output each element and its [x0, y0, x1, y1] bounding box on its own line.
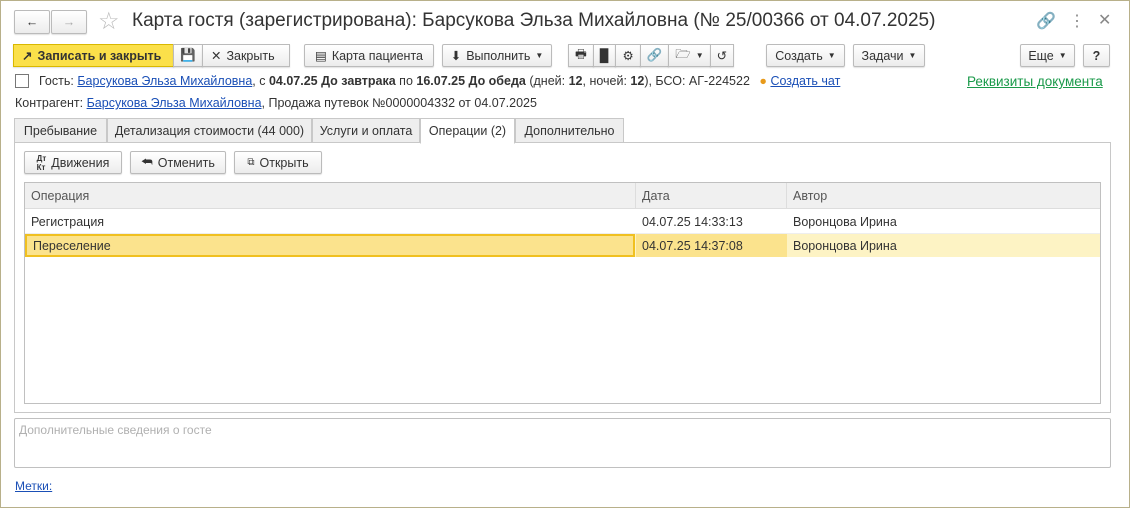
history-icon: ↺ [716, 49, 728, 63]
execute-label: Выполнить [466, 48, 531, 63]
save-close-icon: ↗ [22, 49, 33, 63]
author-cell[interactable]: Воронцова Ирина [787, 209, 1087, 234]
days-prefix: (дней: [525, 74, 569, 88]
document-requisites-link[interactable]: Реквизиты документа [967, 74, 1103, 89]
save-close-label: Записать и закрыть [37, 48, 162, 63]
tab-stay[interactable]: Пребывание [14, 118, 107, 143]
tab-operations[interactable]: Операции (2) [420, 118, 515, 144]
from-prefix: , с [252, 74, 269, 88]
card-icon: ▤ [315, 49, 327, 63]
guest-notes-input[interactable] [14, 418, 1111, 468]
report-button[interactable]: ▉ [592, 44, 617, 67]
close-window-icon[interactable]: ✕ [1098, 10, 1111, 30]
forward-button[interactable]: → [51, 10, 87, 34]
nights-prefix: , ночей: [582, 74, 631, 88]
days-count: 12 [568, 74, 583, 88]
close-label: Закрыть [226, 48, 275, 63]
date-cell[interactable]: 04.07.25 14:33:13 [636, 209, 787, 234]
attach-link-button[interactable]: 🔗 [639, 44, 670, 67]
printer-icon: 🖶 [575, 47, 587, 61]
folder-plus-icon: 🗁 [675, 47, 691, 61]
paperclip-link-icon: 🔗 [646, 48, 663, 62]
tags-link[interactable]: Метки: [15, 479, 52, 493]
operation-cell[interactable]: Переселение [25, 234, 635, 257]
undo-arrow-icon: ⮪ [141, 155, 153, 169]
cancel-label: Отменить [157, 155, 215, 170]
column-header-operation[interactable]: Операция [25, 183, 636, 209]
favorite-star-icon[interactable]: ☆ [98, 7, 120, 36]
guest-label: Гость: [39, 74, 74, 88]
save-button[interactable]: 💾 [173, 44, 203, 67]
dropdown-icon: ▼ [695, 51, 704, 60]
contractor-name-link[interactable]: Барсукова Эльза Михайловна [87, 96, 262, 110]
floppy-icon: 💾 [180, 48, 196, 62]
tab-cost-details[interactable]: Детализация стоимости (44 000) [107, 118, 312, 143]
nights-count: 12 [630, 74, 645, 88]
column-header-author[interactable]: Автор [787, 183, 1087, 209]
bar-chart-icon: ▉ [599, 49, 610, 63]
save-close-button[interactable]: ↗ Записать и закрыть [13, 44, 175, 67]
gears-icon: ⚙ [622, 49, 634, 63]
movements-label: Движения [51, 155, 110, 170]
contractor-sale: , Продажа путевок №0000004332 от 04.07.2… [261, 96, 537, 110]
stay-from: 04.07.25 До завтрака [268, 74, 396, 88]
create-button[interactable]: Создать ▼ [766, 44, 845, 67]
operations-table: Операция Дата Автор Регистрация 04.07.25… [24, 182, 1101, 404]
flag-icon [15, 74, 29, 88]
back-button[interactable]: ← [14, 10, 50, 34]
column-header-date[interactable]: Дата [636, 183, 787, 209]
user-chat-icon: ● [759, 74, 767, 88]
download-arrow-icon: ⬇ [450, 49, 462, 63]
history-button[interactable]: ↺ [709, 44, 735, 67]
menu-icon[interactable]: ⋮ [1069, 11, 1085, 31]
dt-kt-icon: Дт Кт [36, 153, 47, 172]
to-prefix: по [395, 74, 417, 88]
link-icon[interactable]: 🔗 [1036, 11, 1056, 31]
dropdown-icon: ▼ [535, 51, 544, 60]
movements-button[interactable]: Дт Кт Движения [24, 151, 122, 174]
add-folder-button[interactable]: 🗁 ▼ [668, 44, 711, 67]
create-label: Создать [775, 48, 823, 63]
open-label: Открыть [259, 155, 309, 170]
open-window-icon: ⧉ [247, 157, 255, 168]
guest-name-link[interactable]: Барсукова Эльза Михайловна [77, 74, 252, 88]
help-button[interactable]: ? [1083, 44, 1110, 67]
dropdown-icon: ▼ [827, 51, 836, 60]
contractor-label: Контрагент: [15, 96, 84, 110]
related-button[interactable]: ⚙ [615, 44, 641, 67]
tasks-label: Задачи [861, 48, 904, 63]
author-cell[interactable]: Воронцова Ирина [787, 234, 1087, 257]
stay-to: 16.07.25 До обеда [416, 74, 526, 88]
dropdown-icon: ▼ [908, 51, 917, 60]
execute-button[interactable]: ⬇ Выполнить ▼ [442, 44, 552, 67]
tasks-button[interactable]: Задачи ▼ [853, 44, 925, 67]
tab-services-payment[interactable]: Услуги и оплата [312, 118, 420, 143]
print-button[interactable]: 🖶 [568, 44, 594, 67]
patient-card-button[interactable]: ▤ Карта пациента [304, 44, 434, 67]
operation-cell[interactable]: Регистрация [25, 209, 636, 234]
window-title: Карта гостя (зарегистрирована): Барсуков… [132, 10, 936, 31]
more-label: Еще [1028, 48, 1054, 63]
guest-line: Гость: Барсукова Эльза Михайловна, с 04.… [39, 74, 840, 88]
patient-card-label: Карта пациента [331, 48, 423, 63]
create-chat-link[interactable]: Создать чат [770, 74, 840, 88]
close-icon: ✕ [210, 49, 222, 63]
more-button[interactable]: Еще ▼ [1020, 44, 1075, 67]
open-button[interactable]: ⧉ Открыть [234, 151, 322, 174]
date-cell[interactable]: 04.07.25 14:37:08 [636, 234, 787, 257]
tab-additional[interactable]: Дополнительно [515, 118, 624, 143]
contractor-line: Контрагент: Барсукова Эльза Михайловна, … [15, 96, 537, 110]
bso-number: ), БСО: АГ-224522 [644, 74, 750, 88]
close-button[interactable]: ✕ Закрыть [201, 44, 290, 67]
dropdown-icon: ▼ [1058, 51, 1067, 60]
cancel-operation-button[interactable]: ⮪ Отменить [130, 151, 226, 174]
